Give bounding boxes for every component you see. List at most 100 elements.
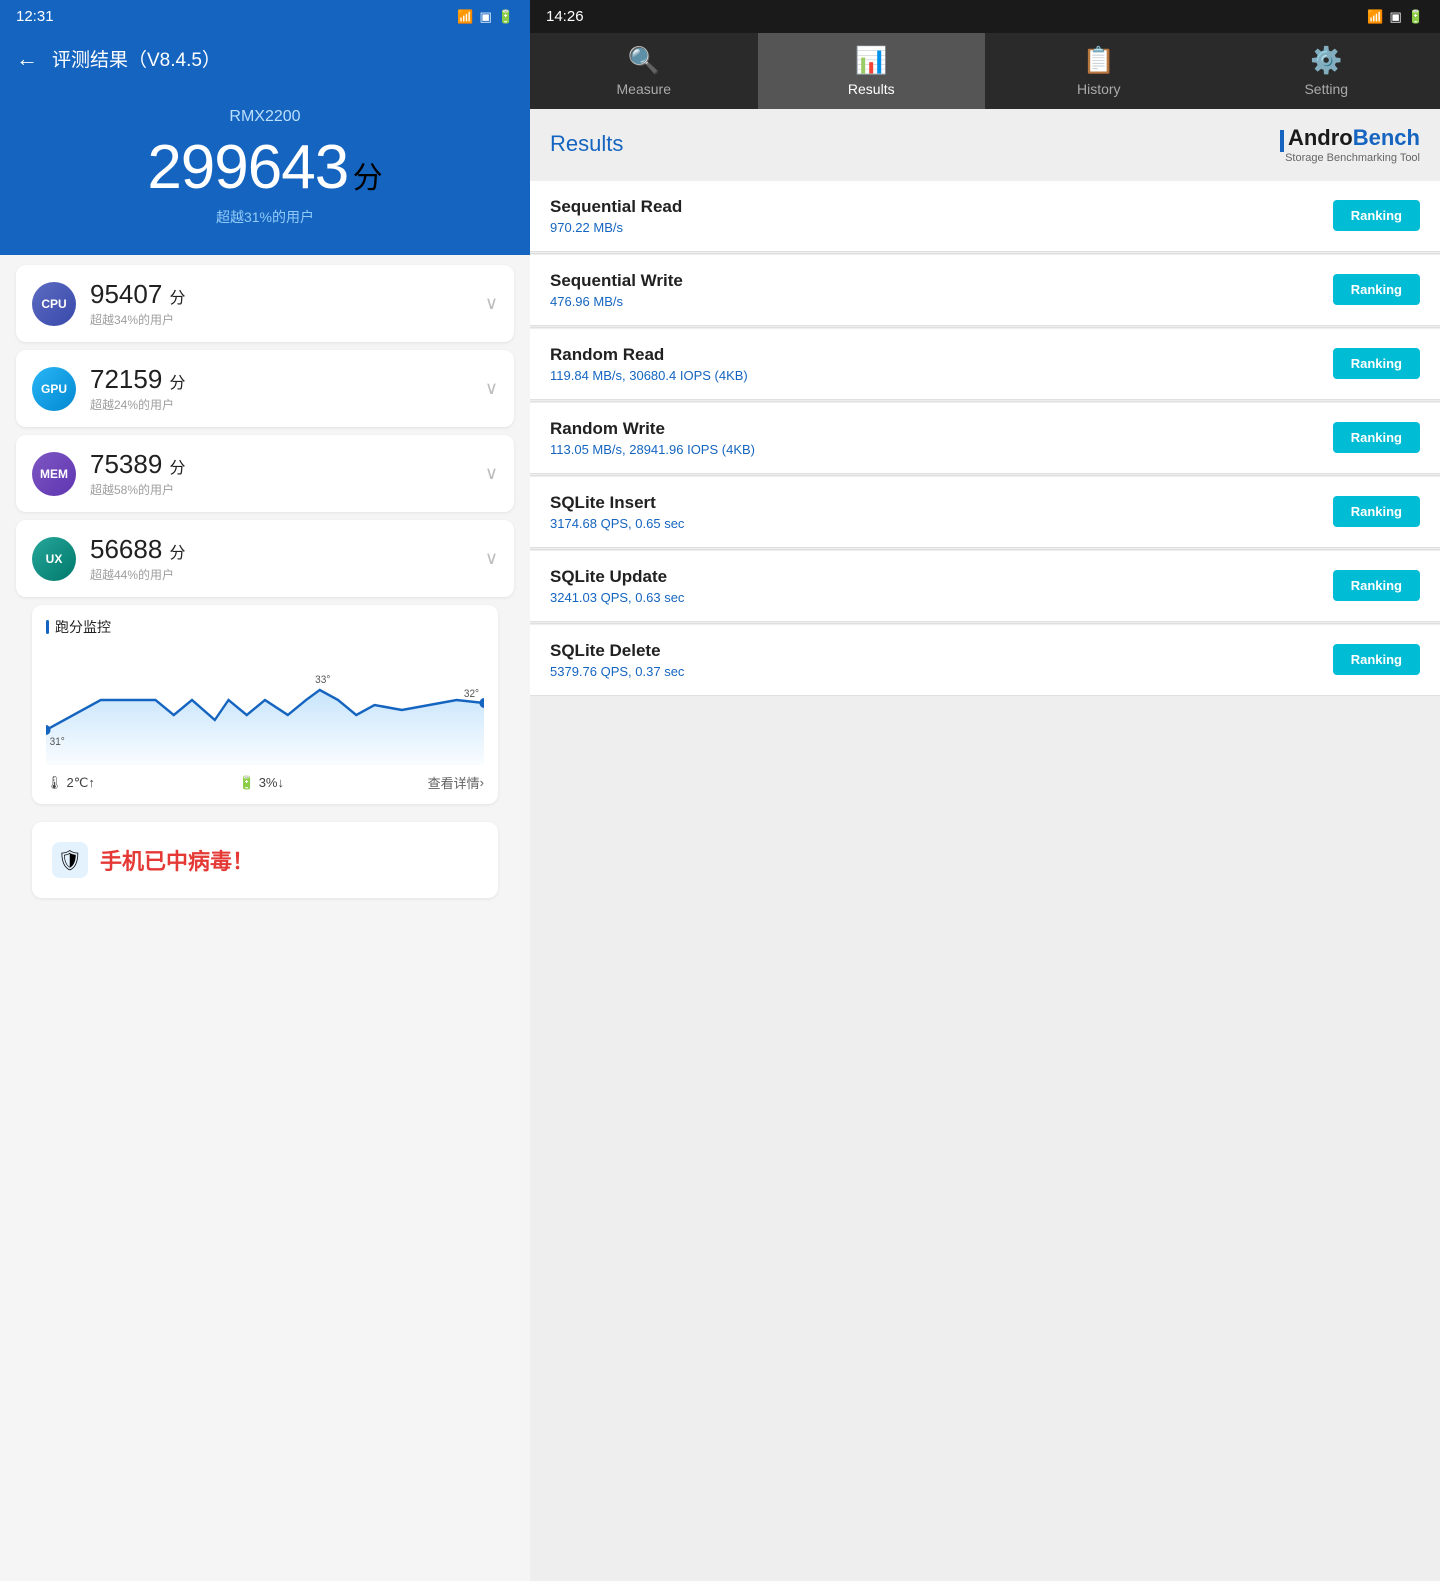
sqlite-delete-ranking-button[interactable]: Ranking (1333, 644, 1420, 675)
mem-score-percent: 超越58%的用户 (90, 481, 471, 498)
bench-row-seq-read: Sequential Read 970.22 MB/s Ranking (530, 181, 1440, 252)
seq-read-ranking-button[interactable]: Ranking (1333, 200, 1420, 231)
measure-icon: 🔍 (628, 45, 660, 76)
ux-score-info: 56688 分 超越44%的用户 (90, 534, 471, 583)
gpu-score-info: 72159 分 超越24%的用户 (90, 364, 471, 413)
tab-history-label: History (1077, 81, 1121, 97)
cpu-score-percent: 超越34%的用户 (90, 311, 471, 328)
right-wifi-icon: 📶 (1367, 9, 1383, 25)
right-panel: 14:26 📶 ▣ 🔋 🔍 Measure 📊 Results 📋 Histor… (530, 0, 1440, 1581)
logo-sub-text: Storage Benchmarking Tool (1285, 152, 1420, 164)
benchmark-list: Sequential Read 970.22 MB/s Ranking Sequ… (530, 180, 1440, 1581)
divider-5 (530, 549, 1440, 550)
bench-sqlite-update-name: SQLite Update (550, 567, 1333, 587)
main-score-container: 299643 分 (147, 132, 382, 203)
battery-small-icon: 🔋 (239, 775, 255, 791)
bench-sqlite-update-value: 3241.03 QPS, 0.63 sec (550, 590, 1333, 605)
device-name: RMX2200 (229, 108, 300, 126)
left-page-title: 评测结果（V8.4.5） (52, 45, 221, 72)
logo-main-text: AndroBench (1288, 125, 1420, 150)
scores-section: CPU 95407 分 超越34%的用户 ∨ GPU 72159 分 超越24%… (0, 255, 530, 1581)
battery-info: 🔋 3%↓ (239, 775, 284, 791)
temperature-chart: 31° 33° 32° (46, 645, 484, 765)
tab-history[interactable]: 📋 History (985, 33, 1213, 109)
bench-seq-read-value: 970.22 MB/s (550, 220, 1333, 235)
thermometer-icon: 🌡 (46, 775, 63, 791)
virus-text: 手机已中病毒！ (100, 844, 254, 876)
mem-score-value: 75389 分 (90, 449, 471, 480)
right-status-icons: 📶 ▣ 🔋 (1367, 9, 1424, 25)
bench-row-rand-read: Random Read 119.84 MB/s, 30680.4 IOPS (4… (530, 329, 1440, 400)
bench-rand-read-value: 119.84 MB/s, 30680.4 IOPS (4KB) (550, 368, 1333, 383)
bench-sqlite-insert-value: 3174.68 QPS, 0.65 sec (550, 516, 1333, 531)
gpu-score-percent: 超越24%的用户 (90, 396, 471, 413)
bench-rand-read-name: Random Read (550, 345, 1333, 365)
back-button[interactable]: ← (16, 46, 38, 72)
bench-rand-read-info: Random Read 119.84 MB/s, 30680.4 IOPS (4… (550, 345, 1333, 383)
sqlite-update-ranking-button[interactable]: Ranking (1333, 570, 1420, 601)
divider-2 (530, 327, 1440, 328)
ux-score-value: 56688 分 (90, 534, 471, 565)
score-subtitle: 超越31%的用户 (216, 207, 314, 227)
right-status-bar: 14:26 📶 ▣ 🔋 (530, 0, 1440, 33)
results-header: Results AndroBench Storage Benchmarking … (530, 109, 1440, 180)
androbench-logo: AndroBench Storage Benchmarking Tool (1280, 125, 1420, 164)
left-panel: 12:31 📶 ▣ 🔋 ← 评测结果（V8.4.5） RMX2200 29964… (0, 0, 530, 1581)
bench-sqlite-update-info: SQLite Update 3241.03 QPS, 0.63 sec (550, 567, 1333, 605)
mem-score-info: 75389 分 超越58%的用户 (90, 449, 471, 498)
bench-seq-write-name: Sequential Write (550, 271, 1333, 291)
tab-results[interactable]: 📊 Results (758, 33, 986, 109)
battery-icon: 🔋 (498, 9, 514, 25)
bench-sqlite-delete-value: 5379.76 QPS, 0.37 sec (550, 664, 1333, 679)
left-status-bar: 12:31 📶 ▣ 🔋 (0, 0, 530, 33)
bench-sqlite-delete-info: SQLite Delete 5379.76 QPS, 0.37 sec (550, 641, 1333, 679)
bench-row-sqlite-update: SQLite Update 3241.03 QPS, 0.63 sec Rank… (530, 551, 1440, 622)
bench-seq-write-info: Sequential Write 476.96 MB/s (550, 271, 1333, 309)
ux-score-row[interactable]: UX 56688 分 超越44%的用户 ∨ (16, 520, 514, 597)
ux-chevron-icon: ∨ (485, 548, 498, 569)
bench-rand-write-value: 113.05 MB/s, 28941.96 IOPS (4KB) (550, 442, 1333, 457)
monitor-section: 跑分监控 31° (32, 605, 498, 804)
signal-icon: ▣ (480, 9, 492, 25)
divider-1 (530, 253, 1440, 254)
detail-link[interactable]: 查看详情 › (428, 773, 484, 792)
rand-read-ranking-button[interactable]: Ranking (1333, 348, 1420, 379)
left-header: ← 评测结果（V8.4.5） (0, 33, 530, 88)
cpu-score-row[interactable]: CPU 95407 分 超越34%的用户 ∨ (16, 265, 514, 342)
virus-icon: 🛡 (52, 842, 88, 878)
sqlite-insert-ranking-button[interactable]: Ranking (1333, 496, 1420, 527)
cpu-badge: CPU (32, 282, 76, 326)
svg-text:31°: 31° (50, 736, 65, 749)
arrow-right-icon: › (480, 775, 484, 790)
rand-write-ranking-button[interactable]: Ranking (1333, 422, 1420, 453)
tab-measure[interactable]: 🔍 Measure (530, 33, 758, 109)
mem-score-row[interactable]: MEM 75389 分 超越58%的用户 ∨ (16, 435, 514, 512)
gpu-score-row[interactable]: GPU 72159 分 超越24%的用户 ∨ (16, 350, 514, 427)
setting-icon: ⚙️ (1310, 45, 1342, 76)
tab-setting-label: Setting (1304, 81, 1348, 97)
main-score: 299643 (147, 133, 348, 202)
right-time: 14:26 (546, 8, 584, 25)
gpu-chevron-icon: ∨ (485, 378, 498, 399)
seq-write-ranking-button[interactable]: Ranking (1333, 274, 1420, 305)
left-time: 12:31 (16, 8, 54, 25)
bench-row-rand-write: Random Write 113.05 MB/s, 28941.96 IOPS … (530, 403, 1440, 474)
mem-chevron-icon: ∨ (485, 463, 498, 484)
bench-seq-read-name: Sequential Read (550, 197, 1333, 217)
tab-bar: 🔍 Measure 📊 Results 📋 History ⚙️ Setting (530, 33, 1440, 109)
temp-info: 🌡 2℃↑ (46, 775, 95, 791)
bench-row-sqlite-delete: SQLite Delete 5379.76 QPS, 0.37 sec Rank… (530, 625, 1440, 696)
right-battery-icon: 🔋 (1408, 9, 1424, 25)
divider-3 (530, 401, 1440, 402)
logo-name: AndroBench (1280, 125, 1420, 152)
score-unit: 分 (353, 162, 383, 195)
mem-badge: MEM (32, 452, 76, 496)
bench-row-sqlite-insert: SQLite Insert 3174.68 QPS, 0.65 sec Rank… (530, 477, 1440, 548)
gpu-badge: GPU (32, 367, 76, 411)
gpu-score-value: 72159 分 (90, 364, 471, 395)
bench-sqlite-insert-name: SQLite Insert (550, 493, 1333, 513)
tab-setting[interactable]: ⚙️ Setting (1213, 33, 1440, 109)
right-signal-icon: ▣ (1390, 9, 1402, 25)
svg-text:33°: 33° (315, 674, 330, 687)
bench-seq-read-info: Sequential Read 970.22 MB/s (550, 197, 1333, 235)
